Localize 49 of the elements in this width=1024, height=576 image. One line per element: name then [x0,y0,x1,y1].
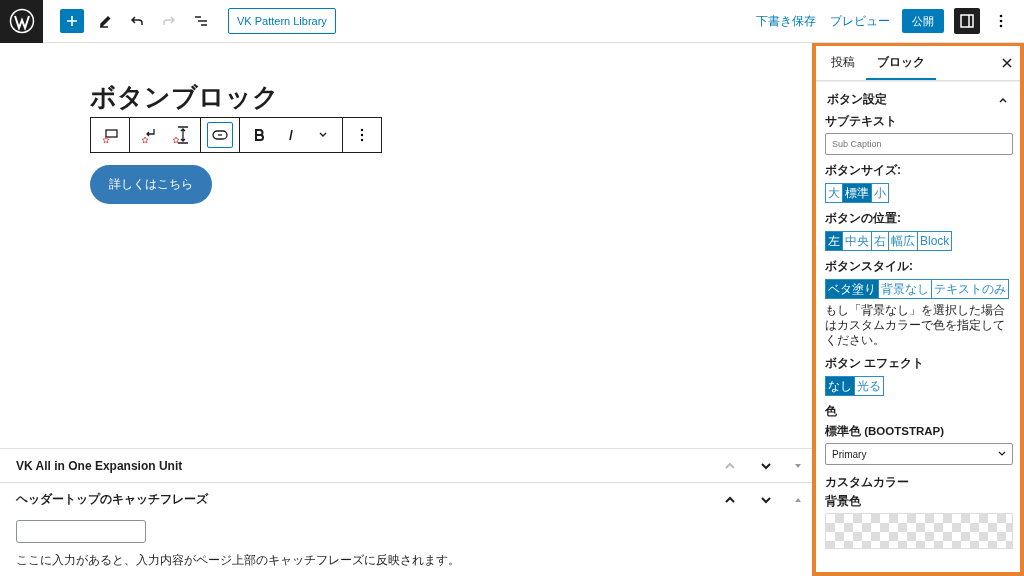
pattern-library-button[interactable]: VK Pattern Library [228,8,336,34]
option-label: ボタンの位置: [825,210,902,227]
option-button[interactable]: 左 [825,231,843,251]
color-select[interactable]: Primary [825,443,1013,465]
metabox-title: VK All in One Expansion Unit [16,458,184,473]
option-label: ボタン エフェクト [825,355,926,372]
collapse-triangle-icon[interactable] [794,496,802,503]
chevron-down-icon [998,451,1006,457]
sub-caption-input[interactable]: Sub Caption [825,133,1013,155]
option-button[interactable]: 小 [871,183,889,203]
field-label: カスタムカラー [825,475,910,490]
option-button[interactable]: ベタ塗り [825,279,879,299]
option-button[interactable]: 標準 [842,183,872,203]
add-block-button[interactable] [60,9,84,33]
preview-button[interactable]: プレビュー [828,12,892,30]
plus-icon [66,15,78,27]
option-button[interactable]: テキストのみ [931,279,1009,299]
note-text: もし「背景なし」を選択した場合はカスタムカラーで色を指定してください。 [825,303,1006,348]
help-text: ここに入力があると、入力内容がページ上部のキャッチフレーズに反映されます。 [16,553,461,568]
select-value: Primary [832,448,867,460]
option-button[interactable]: 背景なし [878,279,932,299]
option-button[interactable]: 右 [871,231,889,251]
sidebar-tab[interactable]: ブロック [866,46,936,80]
sidebar-panel-icon [960,14,974,28]
publish-button[interactable]: 公開 [902,9,944,33]
transparent-color-swatch[interactable] [825,513,1013,549]
option-button[interactable]: なし [825,376,855,396]
option-label: ボタンスタイル: [825,258,914,275]
field-label: サブテキスト [825,114,898,129]
option-label: ボタンサイズ: [825,162,902,179]
option-button[interactable]: Block [917,231,953,251]
field-label: 背景色 [825,494,862,509]
page-heading: ボタンブロック [90,81,280,113]
catchphrase-input[interactable] [16,520,146,543]
sidebar-tab[interactable]: 投稿 [820,46,866,80]
link-icon[interactable] [207,122,233,148]
details-button[interactable]: 詳しくはこちら [90,165,212,204]
option-button[interactable]: 大 [825,183,843,203]
save-draft-button[interactable]: 下書き保存 [754,12,818,30]
expand-triangle-icon[interactable] [794,462,802,469]
metabox-title: ヘッダートップのキャッチフレーズ [16,491,210,508]
option-button[interactable]: 中央 [842,231,872,251]
panel-header[interactable]: ボタン設定 [816,81,1020,114]
wordpress-logo[interactable] [0,0,43,43]
option-button[interactable]: 光る [854,376,884,396]
field-label: 標準色 (BOOTSTRAP) [825,424,946,439]
section-label: 色 [825,403,838,420]
settings-toggle-button[interactable] [954,8,980,34]
option-button[interactable]: 幅広 [888,231,918,251]
